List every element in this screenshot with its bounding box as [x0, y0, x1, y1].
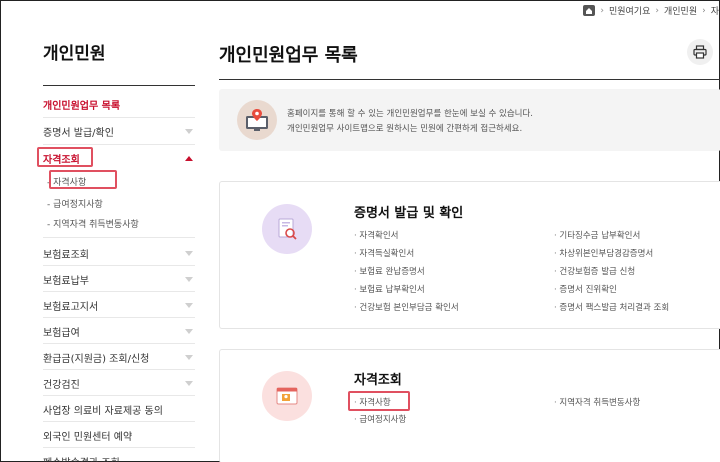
sidebar-item-label: 개인민원업무 목록	[43, 100, 121, 112]
sidebar: 개인민원 개인민원업무 목록 증명서 발급/확인 자격조회 - 자격사항 - 급…	[29, 1, 195, 462]
subitem-label: 지역자격 취득변동사항	[53, 220, 139, 230]
sidebar-item-foreigner-center[interactable]: 외국인 민원센터 예약	[43, 422, 195, 448]
info-box: 홈페이지를 통해 할 수 있는 개인민원업무를 한눈에 보실 수 있습니다. 개…	[219, 89, 720, 151]
link-item[interactable]: 자격득실확인서	[354, 247, 414, 259]
sidebar-title: 개인민원	[43, 44, 106, 64]
sidebar-item-label: 건강검진	[43, 379, 80, 391]
chevron-right-icon: ›	[702, 5, 706, 16]
link-item[interactable]: 건강보험증 발급 신청	[554, 265, 635, 277]
sidebar-item-label: 사업장 의료비 자료제공 동의	[43, 405, 163, 417]
title-divider	[219, 79, 720, 80]
link-item[interactable]: 보험료 완납증명서	[354, 265, 424, 277]
chevron-down-icon	[185, 250, 193, 256]
sidebar-item-label: 자격조회	[43, 154, 80, 166]
card-title: 증명서 발급 및 확인	[354, 206, 464, 221]
subitem-label: 자격사항	[53, 178, 87, 188]
info-text: 홈페이지를 통해 할 수 있는 개인민원업무를 한눈에 보실 수 있습니다. 개…	[287, 107, 533, 137]
sidebar-item-label: 증명서 발급/확인	[43, 127, 114, 139]
link-item[interactable]: 차상위본인부담경감증명서	[554, 247, 653, 259]
sidebar-item-premium-payment[interactable]: 보험료납부	[43, 266, 195, 292]
link-item[interactable]: 건강보험 본인부담금 확인서	[354, 301, 458, 313]
link-item[interactable]: 자격확인서	[354, 229, 398, 241]
sidebar-item-health-checkup[interactable]: 건강검진	[43, 370, 195, 396]
sidebar-item-premium-notice[interactable]: 보험료고지서	[43, 292, 195, 318]
link-item[interactable]: 증명서 팩스발급 처리결과 조회	[554, 301, 669, 313]
info-line: 홈페이지를 통해 할 수 있는 개인민원업무를 한눈에 보실 수 있습니다.	[287, 109, 533, 119]
link-item[interactable]: 지역자격 취득변동사항	[554, 396, 640, 408]
breadcrumb: › 민원여기요 › 개인민원 › 자	[583, 4, 719, 17]
sidebar-item-refund[interactable]: 환급금(지원금) 조회/신청	[43, 344, 195, 370]
link-item[interactable]: 급여정지사항	[354, 413, 406, 425]
chevron-down-icon	[185, 276, 193, 282]
certificate-icon	[262, 204, 312, 254]
printer-icon	[693, 45, 707, 59]
chevron-down-icon	[185, 380, 193, 386]
sidebar-subitem-regional-change[interactable]: - 지역자격 취득변동사항	[47, 217, 139, 230]
sitemap-icon	[237, 100, 277, 140]
card-qualification: 자격조회 자격사항 급여정지사항 지역자격 취득변동사항	[219, 349, 720, 462]
sidebar-item-label: 보험료고지서	[43, 301, 99, 313]
sidebar-item-civil-list[interactable]: 개인민원업무 목록	[43, 91, 195, 117]
chevron-down-icon	[185, 328, 193, 334]
sidebar-item-label: 폐수발송결과 조회	[43, 454, 120, 462]
sidebar-item-premium-inquiry[interactable]: 보험료조회	[43, 240, 195, 266]
id-card-icon	[262, 371, 312, 421]
sidebar-item-dispatch-result[interactable]: 폐수발송결과 조회	[43, 448, 195, 462]
sidebar-divider	[43, 85, 195, 86]
breadcrumb-item[interactable]: 자	[711, 4, 719, 17]
link-item[interactable]: 자격사항	[354, 396, 390, 408]
link-item[interactable]: 증명서 진위확인	[554, 283, 616, 295]
breadcrumb-item[interactable]: 개인민원	[664, 4, 697, 17]
sidebar-item-qualification[interactable]: 자격조회	[43, 145, 195, 171]
page-title: 개인민원업무 목록	[219, 45, 358, 66]
sidebar-item-label: 환급금(지원금) 조회/신청	[43, 353, 150, 365]
chevron-down-icon	[185, 128, 193, 134]
sidebar-item-label: 보험급여	[43, 327, 80, 339]
sidebar-item-medical-data-consent[interactable]: 사업장 의료비 자료제공 동의	[43, 396, 195, 422]
home-icon[interactable]	[583, 5, 596, 16]
sidebar-subitem-qualification-status[interactable]: - 자격사항	[47, 175, 86, 188]
link-item[interactable]: 보험료 납부확인서	[354, 283, 424, 295]
sidebar-item-label: 외국인 민원센터 예약	[43, 431, 133, 443]
divider	[43, 237, 195, 238]
link-item[interactable]: 기타징수금 납부확인서	[554, 229, 640, 241]
chevron-right-icon: ›	[600, 5, 604, 16]
card-title: 자격조회	[354, 373, 402, 388]
chevron-up-icon	[185, 155, 193, 161]
chevron-down-icon	[185, 302, 193, 308]
print-button[interactable]	[687, 39, 713, 65]
sidebar-item-label: 보험료납부	[43, 275, 89, 287]
sidebar-item-certificate[interactable]: 증명서 발급/확인	[43, 118, 195, 144]
card-certificate: 증명서 발급 및 확인 자격확인서 자격득실확인서 보험료 완납증명서 보험료 …	[219, 181, 720, 329]
chevron-right-icon: ›	[655, 5, 659, 16]
chevron-down-icon	[185, 354, 193, 360]
sidebar-subitem-benefit-suspension[interactable]: - 급여정지사항	[47, 197, 103, 210]
sidebar-item-label: 보험료조회	[43, 249, 89, 261]
breadcrumb-item[interactable]: 민원여기요	[609, 4, 650, 17]
subitem-label: 급여정지사항	[53, 200, 103, 210]
sidebar-item-insurance-benefit[interactable]: 보험급여	[43, 318, 195, 344]
info-line: 개인민원업무 사이트맵으로 원하시는 민원에 간편하게 접근하세요.	[287, 124, 523, 134]
